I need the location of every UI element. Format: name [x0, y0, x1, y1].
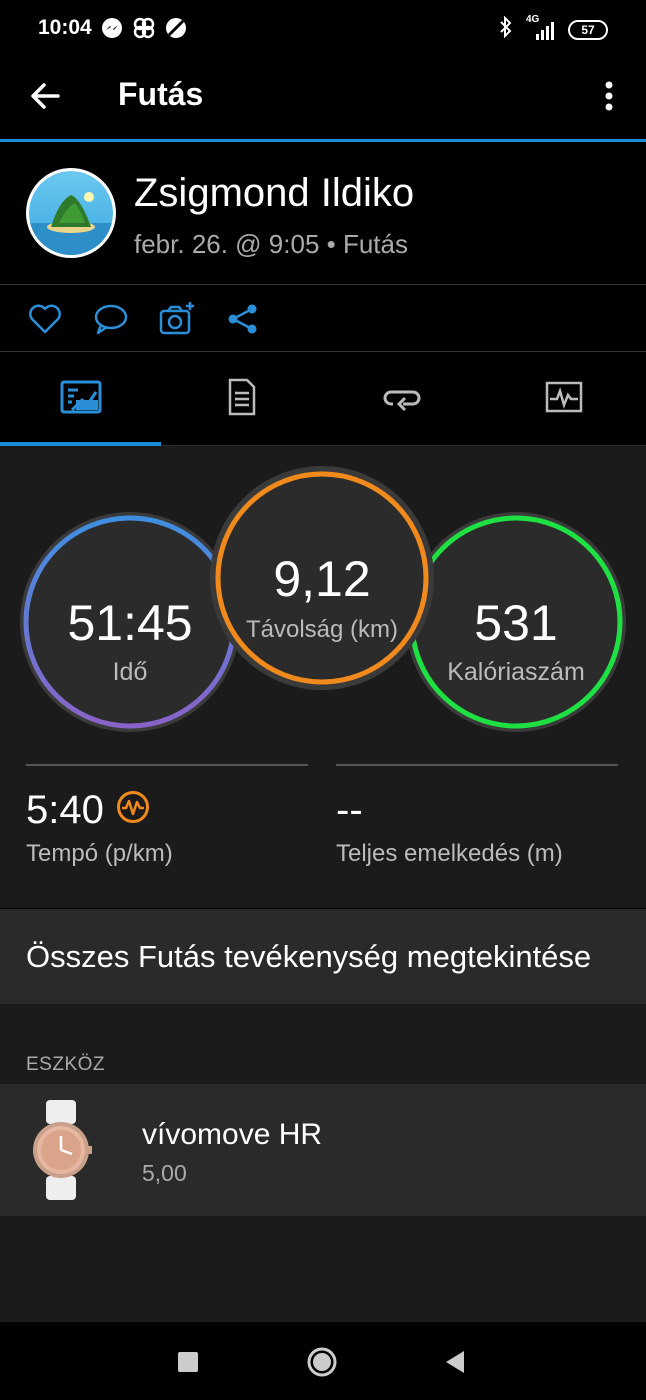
- tab-laps[interactable]: [322, 352, 483, 446]
- calories-label: Kalóriaszám: [447, 658, 585, 686]
- status-bar: 10:04 4G 57: [0, 0, 646, 58]
- view-all-label: Összes Futás tevékenység megtekintése: [26, 939, 592, 974]
- system-nav-bar: [0, 1322, 646, 1400]
- device-name: vívomove HR: [142, 1118, 323, 1151]
- chart-icon: [545, 381, 583, 418]
- signal-icon: 4G: [524, 14, 558, 42]
- laps-icon: [383, 382, 423, 417]
- overview-icon: [60, 380, 102, 419]
- action-bar: [0, 286, 646, 352]
- elevation-value: --: [336, 788, 363, 832]
- more-options-icon[interactable]: [594, 76, 624, 116]
- pace-value: 5:40: [26, 788, 104, 832]
- calories-value: 531: [474, 595, 558, 651]
- heart-icon[interactable]: [26, 300, 64, 338]
- device-version: 5,00: [142, 1160, 187, 1186]
- activity-header: Zsigmond Ildiko febr. 26. @ 9:05 • Futás: [0, 145, 646, 285]
- tab-chart[interactable]: [483, 352, 644, 446]
- divider: [26, 764, 308, 766]
- user-name[interactable]: Zsigmond Ildiko: [134, 171, 414, 216]
- divider: [336, 764, 618, 766]
- back-nav-icon[interactable]: [436, 1342, 476, 1382]
- tab-details[interactable]: [161, 352, 322, 446]
- tab-bar: [0, 352, 646, 446]
- stats-panel: 51:45 Idő 531 Kalóriaszám 9,12 Távolság …: [0, 446, 646, 908]
- watch-image: [30, 1100, 92, 1200]
- details-icon: [227, 377, 257, 422]
- page-title: Futás: [118, 76, 204, 112]
- recents-icon[interactable]: [168, 1342, 208, 1382]
- bluetooth-icon: [498, 15, 514, 43]
- status-time: 10:04: [38, 16, 92, 39]
- back-arrow-icon[interactable]: [26, 76, 66, 116]
- battery-indicator: 57: [568, 19, 608, 40]
- no-disturb-icon: [164, 16, 188, 40]
- pace-label: Tempó (p/km): [26, 840, 173, 867]
- comment-icon[interactable]: [92, 300, 130, 338]
- device-row[interactable]: vívomove HR 5,00: [0, 1084, 646, 1216]
- activity-date-type: febr. 26. @ 9:05 • Futás: [134, 229, 408, 259]
- home-icon[interactable]: [302, 1342, 342, 1382]
- heart-rate-icon[interactable]: [116, 790, 150, 824]
- app-bar: Futás: [0, 58, 646, 142]
- distance-label: Távolság (km): [245, 616, 399, 643]
- distance-value: 9,12: [273, 551, 371, 607]
- device-section-label: ESZKÖZ: [26, 1054, 106, 1075]
- avatar[interactable]: [26, 168, 116, 258]
- view-all-activities-button[interactable]: Összes Futás tevékenység megtekintése: [0, 909, 646, 1004]
- messenger-icon: [100, 16, 124, 40]
- empty-area: [0, 1216, 646, 1322]
- elevation-label: Teljes emelkedés (m): [336, 840, 563, 867]
- add-photo-icon[interactable]: [158, 300, 196, 338]
- pinwheel-icon: [132, 16, 156, 40]
- share-icon[interactable]: [224, 300, 262, 338]
- tab-overview[interactable]: [0, 352, 161, 446]
